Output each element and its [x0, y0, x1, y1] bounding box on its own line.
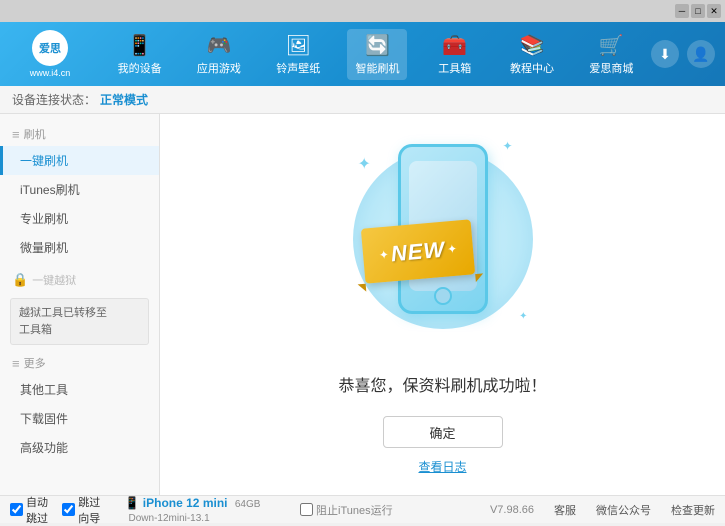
sidebar-item-itunes-flash[interactable]: iTunes刷机 — [0, 175, 159, 204]
content-area: ✦ ✦ ✦ ✦ NEW ✦ 恭喜您，保资料刷机成功啦！ 确定 查看日志 — [160, 114, 725, 495]
success-message: 恭喜您，保资料刷机成功啦！ — [338, 372, 546, 396]
my-device-icon: 📱 — [127, 33, 152, 58]
nav-wallpaper[interactable]: 🖼 铃声壁纸 — [268, 29, 328, 80]
version-info: V7.98.66 — [490, 504, 534, 516]
auto-dismiss-input[interactable] — [10, 503, 23, 516]
success-illustration: ✦ ✦ ✦ ✦ NEW ✦ — [343, 134, 543, 352]
store-icon: 🛒 — [599, 33, 624, 58]
auto-dismiss-checkbox[interactable]: 自动跳过 — [10, 494, 54, 526]
bottom-bar: 自动跳过 跳过向导 📱 iPhone 12 mini 64GB Down-12m… — [0, 495, 725, 523]
device-icon: 📱 — [125, 496, 140, 510]
customer-service-link[interactable]: 客服 — [554, 502, 576, 518]
nav-my-device[interactable]: 📱 我的设备 — [110, 29, 170, 80]
itunes-run-checkbox[interactable] — [300, 503, 313, 516]
maximize-button[interactable]: □ — [691, 4, 705, 18]
apps-icon: 🎮 — [206, 33, 231, 58]
logo-icon: 爱思 — [32, 30, 68, 66]
device-name: iPhone 12 mini — [143, 496, 228, 510]
nav-apps[interactable]: 🎮 应用游戏 — [189, 29, 249, 80]
check-update-link[interactable]: 检查更新 — [671, 502, 715, 518]
toolbox-icon: 🧰 — [442, 33, 467, 58]
wallpaper-label: 铃声壁纸 — [276, 60, 320, 76]
sparkle-top-right: ✦ — [502, 139, 512, 153]
close-button[interactable]: ✕ — [707, 4, 721, 18]
jailbreak-notice: 越狱工具已转移至工具箱 — [10, 298, 149, 345]
wallpaper-icon: 🖼 — [286, 33, 311, 58]
tutorial-label: 教程中心 — [510, 60, 554, 76]
sidebar-item-downgrade-flash[interactable]: 微量刷机 — [0, 233, 159, 262]
lock-icon: 🔒 — [12, 272, 28, 288]
user-button[interactable]: 👤 — [687, 40, 715, 68]
bottom-right: V7.98.66 客服 微信公众号 检查更新 — [393, 502, 715, 518]
apps-label: 应用游戏 — [197, 60, 241, 76]
device-firmware: Down-12mini-13.1 — [129, 513, 210, 524]
sidebar-item-one-key-flash[interactable]: 一键刷机 — [0, 146, 159, 175]
sidebar-section-flash: ≡ 刷机 — [0, 122, 159, 146]
nav-tutorial[interactable]: 📚 教程中心 — [502, 29, 562, 80]
minimize-button[interactable]: ─ — [675, 4, 689, 18]
section-flash-icon: ≡ — [12, 127, 20, 142]
section-more-icon: ≡ — [12, 356, 20, 371]
section-more-label: 更多 — [24, 355, 46, 371]
smart-flash-icon: 🔄 — [365, 33, 390, 58]
sidebar: ≡ 刷机 一键刷机 iTunes刷机 专业刷机 微量刷机 🔒 一键越狱 越狱工具… — [0, 114, 160, 495]
tutorial-icon: 📚 — [520, 33, 545, 58]
wechat-public-link[interactable]: 微信公众号 — [596, 502, 651, 518]
skip-wizard-label: 跳过向导 — [78, 494, 106, 526]
title-bar: ─ □ ✕ — [0, 0, 725, 22]
skip-wizard-input[interactable] — [62, 503, 75, 516]
status-bar: 设备连接状态： 正常模式 — [0, 86, 725, 114]
section-jailbreak-label: 一键越狱 — [32, 272, 76, 288]
toolbox-label: 工具箱 — [438, 60, 471, 76]
sidebar-section-jailbreak: 🔒 一键越狱 — [0, 268, 159, 292]
itunes-run-area: 阻止iTunes运行 — [300, 502, 393, 518]
auto-dismiss-label: 自动跳过 — [26, 494, 54, 526]
ribbon: ✦ NEW ✦ — [360, 219, 474, 283]
header: 爱思 www.i4.cn 📱 我的设备 🎮 应用游戏 🖼 铃声壁纸 🔄 智能刷机… — [0, 22, 725, 86]
view-log-link[interactable]: 查看日志 — [418, 458, 466, 475]
status-value: 正常模式 — [100, 91, 148, 108]
sparkle-bottom-right: ✦ — [519, 311, 527, 322]
sidebar-item-other-tools[interactable]: 其他工具 — [0, 375, 159, 404]
header-right: ⬇ 👤 — [651, 40, 715, 68]
device-info: 📱 iPhone 12 mini 64GB Down-12mini-13.1 — [125, 496, 291, 524]
nav-toolbox[interactable]: 🧰 工具箱 — [427, 29, 483, 80]
sidebar-item-download-firmware[interactable]: 下载固件 — [0, 404, 159, 433]
sidebar-section-more: ≡ 更多 — [0, 351, 159, 375]
phone-home-button — [434, 287, 452, 305]
ribbon-star-left: ✦ — [378, 247, 389, 262]
store-label: 爱思商城 — [589, 60, 633, 76]
nav-bar: 📱 我的设备 🎮 应用游戏 🖼 铃声壁纸 🔄 智能刷机 🧰 工具箱 📚 教程中心… — [100, 29, 651, 80]
confirm-button[interactable]: 确定 — [383, 416, 503, 448]
bottom-left: 自动跳过 跳过向导 📱 iPhone 12 mini 64GB Down-12m… — [10, 494, 290, 526]
section-flash-label: 刷机 — [24, 126, 46, 142]
ribbon-text: NEW — [389, 236, 445, 267]
ribbon-right-fold — [475, 273, 484, 282]
logo: 爱思 www.i4.cn — [10, 30, 90, 78]
ribbon-star-right: ✦ — [446, 241, 457, 256]
ribbon-left-fold — [357, 284, 366, 293]
logo-subtitle: www.i4.cn — [30, 68, 71, 78]
nav-smart-flash[interactable]: 🔄 智能刷机 — [347, 29, 407, 80]
skip-wizard-checkbox[interactable]: 跳过向导 — [62, 494, 106, 526]
itunes-run-label: 阻止iTunes运行 — [316, 502, 393, 518]
my-device-label: 我的设备 — [118, 60, 162, 76]
device-storage: 64GB — [235, 499, 261, 510]
sidebar-item-advanced[interactable]: 高级功能 — [0, 433, 159, 462]
sparkle-top-left: ✦ — [358, 154, 371, 174]
main-layout: ≡ 刷机 一键刷机 iTunes刷机 专业刷机 微量刷机 🔒 一键越狱 越狱工具… — [0, 114, 725, 495]
smart-flash-label: 智能刷机 — [355, 60, 399, 76]
download-button[interactable]: ⬇ — [651, 40, 679, 68]
nav-store[interactable]: 🛒 爱思商城 — [581, 29, 641, 80]
sidebar-item-pro-flash[interactable]: 专业刷机 — [0, 204, 159, 233]
status-label: 设备连接状态： — [12, 91, 96, 108]
